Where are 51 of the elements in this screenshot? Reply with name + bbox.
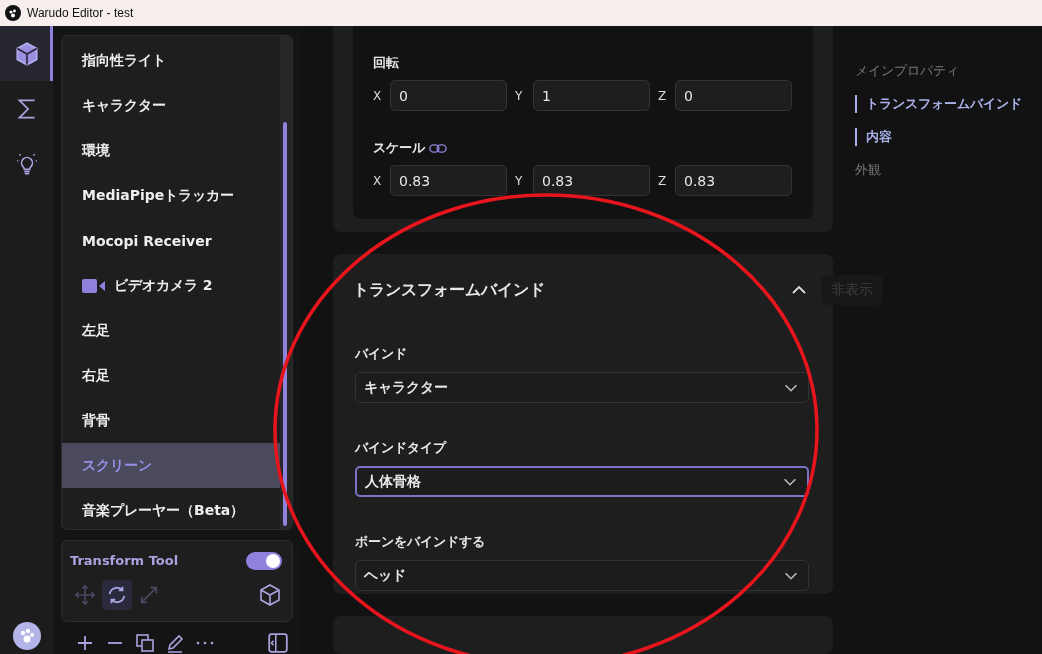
cube-icon	[13, 40, 40, 67]
asset-list-item[interactable]: 指向性ライト	[62, 38, 280, 83]
rotation-label: 回転	[373, 54, 400, 72]
outline-link[interactable]: メインプロパティ	[855, 62, 1022, 80]
duplicate-icon[interactable]	[135, 633, 155, 653]
axis-label: Z	[657, 88, 668, 103]
field-label: バインドタイプ	[355, 439, 448, 457]
dropdown[interactable]: 人体骨格	[355, 466, 809, 497]
outline-link[interactable]: 内容	[855, 128, 1022, 146]
asset-list-item[interactable]: 右足	[62, 353, 280, 398]
number-input-field[interactable]: 0.83	[675, 165, 792, 196]
rotate-tool-button[interactable]	[102, 580, 132, 611]
scrollbar-thumb[interactable]	[283, 122, 287, 526]
asset-list-item[interactable]: 背骨	[62, 398, 280, 443]
move-arrows-icon	[74, 584, 96, 607]
asset-list-item[interactable]: MediaPipeトラッカー	[62, 173, 280, 218]
link-icon[interactable]	[429, 142, 447, 154]
scale-label: スケール	[373, 139, 425, 157]
toggle-switch[interactable]	[246, 551, 282, 570]
asset-list-item[interactable]: 左足	[62, 308, 280, 353]
number-input-field[interactable]: 1	[533, 80, 650, 111]
window-title: Warudo Editor - test	[27, 6, 134, 20]
number-input-field[interactable]: 0.83	[533, 165, 650, 196]
number-input-field[interactable]: 0.83	[390, 165, 507, 196]
transform-tool-label: Transform Tool	[70, 553, 179, 569]
outline-link[interactable]: トランスフォームバインド	[855, 95, 1022, 113]
number-input-field[interactable]: 0	[390, 80, 507, 111]
video-camera-icon	[82, 277, 106, 294]
field-label: バインド	[355, 345, 408, 363]
field-label: ボーンをバインドする	[355, 533, 486, 551]
axis-label: Z	[657, 173, 668, 188]
dropdown[interactable]: ヘッド	[355, 560, 809, 591]
axis-label: Y	[514, 88, 524, 103]
number-input-field[interactable]: 0	[675, 80, 792, 111]
panel-collapse-icon[interactable]	[267, 632, 289, 654]
asset-list-item[interactable]: 環境	[62, 128, 280, 173]
axis-label: X	[373, 173, 383, 188]
cube-outline-icon[interactable]	[258, 583, 282, 608]
paw-logo-icon	[5, 5, 21, 21]
asset-list-item[interactable]: キャラクター	[62, 83, 280, 128]
section-title: トランスフォームバインド	[353, 279, 545, 301]
outline-link[interactable]: 外観	[855, 161, 1022, 179]
asset-list-item[interactable]: Mocopi Receiver	[62, 218, 280, 263]
dropdown[interactable]: キャラクター	[355, 372, 809, 403]
axis-label: Y	[514, 173, 524, 188]
axis-label: X	[373, 88, 383, 103]
asset-list-item[interactable]: ビデオカメラ 2	[62, 263, 280, 308]
add-icon[interactable]	[75, 633, 95, 653]
paw-avatar-icon[interactable]	[12, 622, 41, 650]
asset-list-item[interactable]: 音楽プレーヤー（Beta）	[62, 488, 280, 529]
pencil-icon[interactable]	[165, 633, 185, 653]
